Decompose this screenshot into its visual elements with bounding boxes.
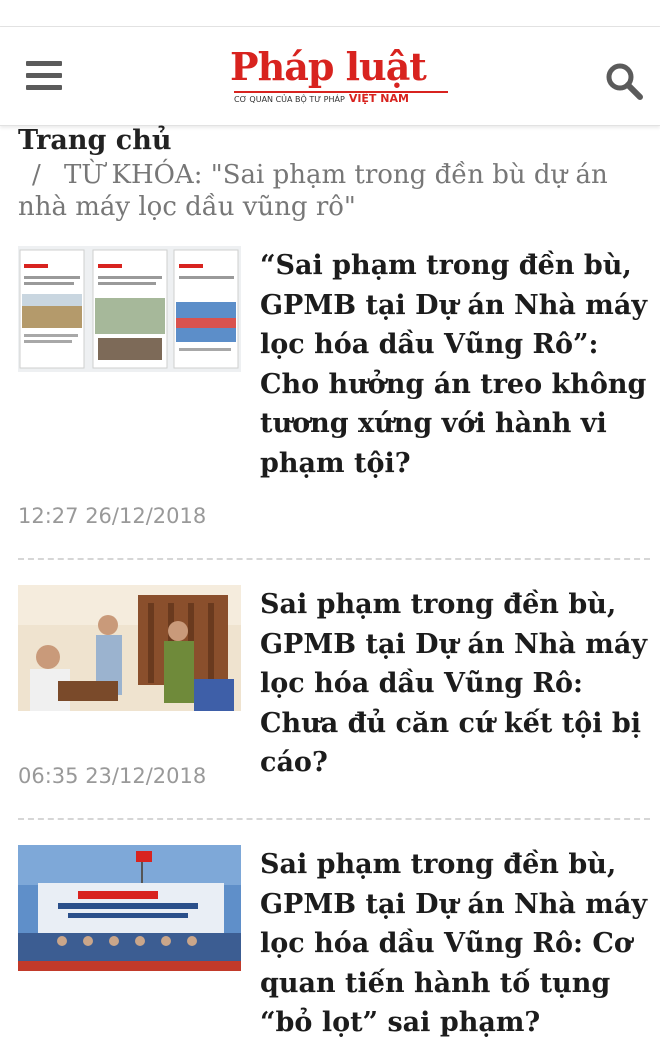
divider <box>18 818 650 820</box>
article-thumbnail[interactable] <box>18 585 241 711</box>
breadcrumb-home-link[interactable]: Trang chủ <box>18 124 648 158</box>
divider <box>18 558 650 560</box>
keyword-title: TỪ KHÓA: "Sai phạm trong đền bù dự án nh… <box>18 160 608 222</box>
article-thumbnail[interactable] <box>18 845 241 971</box>
logo-tagline-text: CƠ QUAN CỦA BỘ TƯ PHÁP <box>234 95 345 104</box>
article-title[interactable]: Sai phạm trong đền bù, GPMB tại Dự án Nh… <box>260 585 652 783</box>
article-title[interactable]: Sai phạm trong đền bù, GPMB tại Dự án Nh… <box>260 845 652 1043</box>
menu-icon[interactable] <box>26 61 62 93</box>
breadcrumb: Trang chủ / TỪ KHÓA: "Sai phạm trong đền … <box>18 124 648 223</box>
article-title[interactable]: “Sai phạm trong đền bù, GPMB tại Dự án N… <box>260 246 652 483</box>
article-timestamp: 06:35 23/12/2018 <box>18 764 207 788</box>
breadcrumb-keyword: / TỪ KHÓA: "Sai phạm trong đền bù dự án n… <box>18 159 648 223</box>
status-strip <box>0 0 660 27</box>
site-header: Pháp luật CƠ QUAN CỦA BỘ TƯ PHÁP VIỆT NAM <box>0 27 660 126</box>
logo-wordmark: Pháp luật <box>230 44 427 89</box>
breadcrumb-separator: / <box>32 160 41 190</box>
site-logo[interactable]: Pháp luật CƠ QUAN CỦA BỘ TƯ PHÁP VIỆT NAM <box>230 47 450 109</box>
article-thumbnail[interactable] <box>18 246 241 372</box>
article-timestamp: 12:27 26/12/2018 <box>18 504 207 528</box>
search-icon[interactable] <box>604 61 644 101</box>
logo-country: VIỆT NAM <box>348 92 409 105</box>
logo-tagline: CƠ QUAN CỦA BỘ TƯ PHÁP VIỆT NAM <box>234 91 448 107</box>
